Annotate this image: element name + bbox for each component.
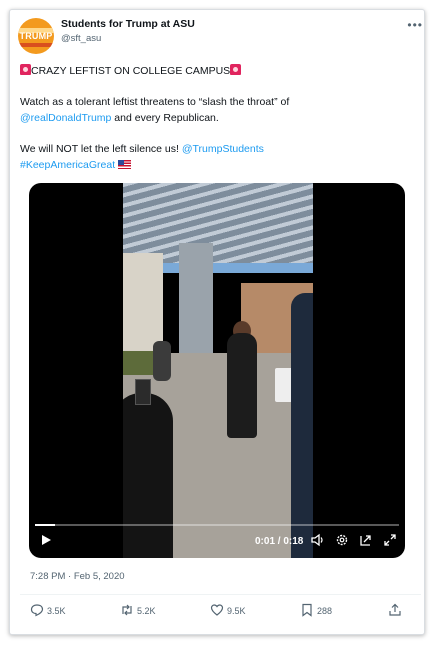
volume-icon[interactable] <box>309 533 327 551</box>
retweet-count: 5.2K <box>137 606 156 616</box>
reply-button[interactable]: 3.5K <box>30 603 66 619</box>
mention-link-trump[interactable]: @realDonaldTrump <box>20 112 111 124</box>
share-button[interactable] <box>388 603 405 619</box>
author-handle[interactable]: @sft_asu <box>61 33 101 44</box>
like-count: 9.5K <box>227 606 246 616</box>
settings-gear-icon[interactable] <box>333 533 351 551</box>
body-text-2: We will NOT let the left silence us! <box>20 143 182 155</box>
siren-icon <box>20 64 31 75</box>
mention-link-students[interactable]: @TrumpStudents <box>182 143 264 155</box>
like-button[interactable]: 9.5K <box>210 603 246 619</box>
siren-icon <box>230 64 242 75</box>
video-controls: 0:01 / 0:18 <box>29 533 405 555</box>
video-time: 0:01 / 0:18 <box>255 536 304 547</box>
avatar[interactable]: TRUMP <box>18 18 54 54</box>
bookmark-icon <box>302 603 312 617</box>
body-paragraph-1: Watch as a tolerant leftist threatens to… <box>20 94 405 126</box>
body-text-1: Watch as a tolerant leftist threatens to… <box>20 96 290 108</box>
body-text-1-suffix: and every Republican. <box>111 112 219 124</box>
tweet-text: CRAZY LEFTIST ON COLLEGE CAMPUS Watch as… <box>20 63 405 173</box>
reply-count: 3.5K <box>47 606 66 616</box>
share-icon <box>389 603 401 616</box>
retweet-button[interactable]: 5.2K <box>120 603 156 619</box>
avatar-logo-text: TRUMP <box>19 31 53 41</box>
video-frame[interactable] <box>123 183 313 558</box>
picture-in-picture-icon[interactable] <box>357 533 375 551</box>
tweet-header: TRUMP Students for Trump at ASU @sft_asu… <box>18 18 423 54</box>
more-options-icon[interactable]: ••• <box>407 18 423 32</box>
us-flag-icon <box>118 160 132 169</box>
video-player[interactable]: 0:01 / 0:18 <box>29 183 405 558</box>
actions-divider <box>20 594 421 595</box>
video-progress-bar[interactable] <box>35 524 399 526</box>
tweet-actions: 3.5K 5.2K 9.5K 288 <box>30 603 417 619</box>
heart-icon <box>210 604 224 616</box>
hashtag-link[interactable]: #KeepAmericaGreat <box>20 159 115 171</box>
reply-icon <box>30 604 44 617</box>
tweet-timestamp[interactable]: 7:28 PM · Feb 5, 2020 <box>30 571 125 582</box>
play-icon[interactable] <box>37 533 55 551</box>
fullscreen-icon[interactable] <box>381 533 399 551</box>
retweet-icon <box>122 604 132 616</box>
bookmark-button[interactable]: 288 <box>300 603 332 619</box>
avatar-band-bottom <box>18 43 54 47</box>
video-progress-fill <box>35 524 56 526</box>
body-paragraph-2: We will NOT let the left silence us! @Tr… <box>20 141 405 173</box>
headline-text: CRAZY LEFTIST ON COLLEGE CAMPUS <box>31 65 231 77</box>
headline-line: CRAZY LEFTIST ON COLLEGE CAMPUS <box>20 63 405 79</box>
author-name[interactable]: Students for Trump at ASU <box>61 18 195 30</box>
bookmark-count: 288 <box>317 606 333 616</box>
